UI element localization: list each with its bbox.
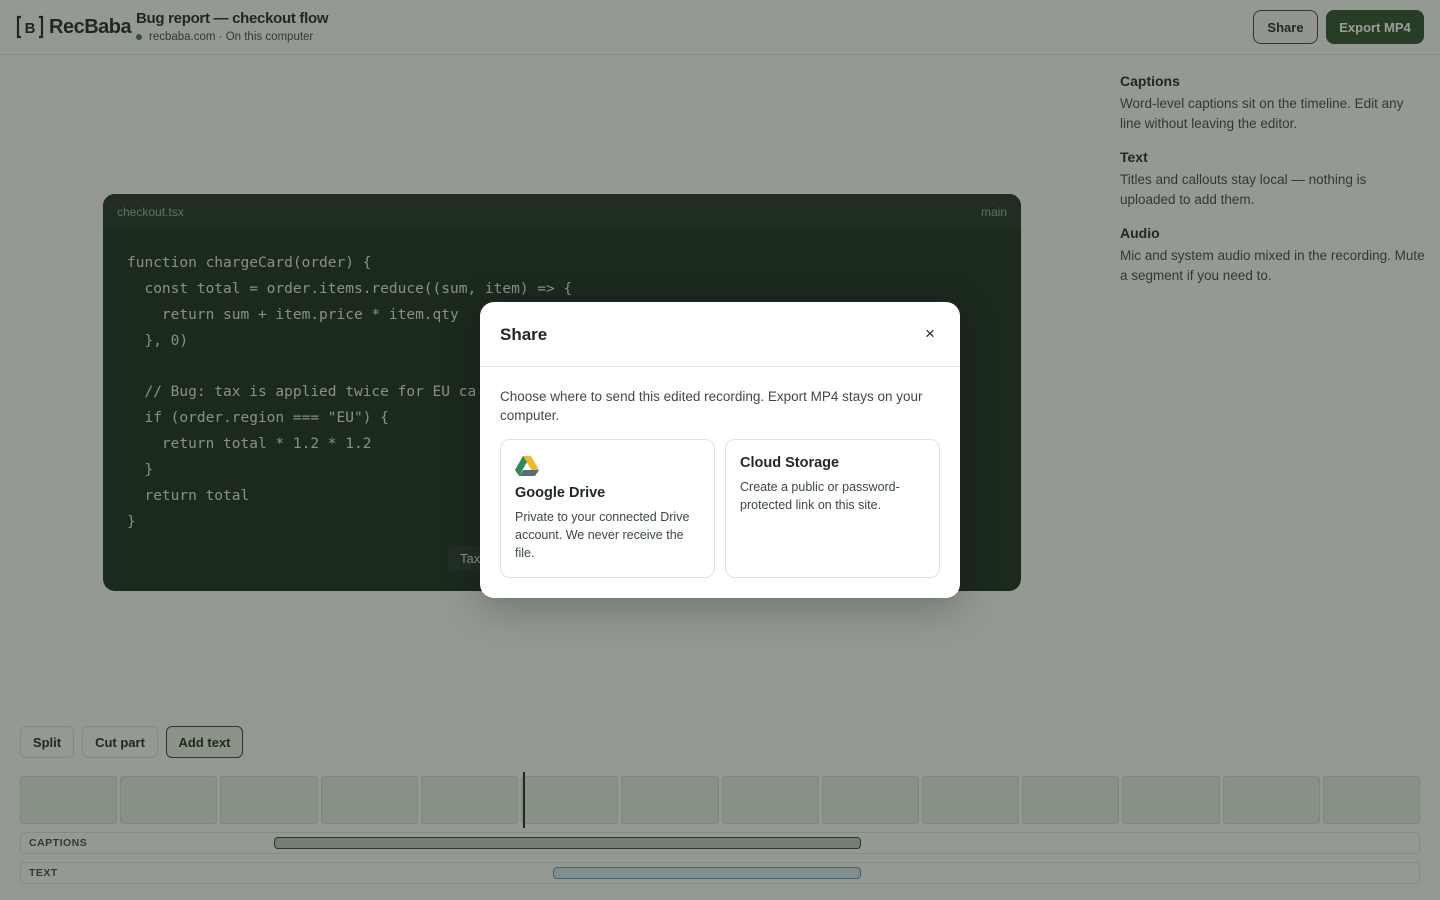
- share-dialog: Share × Choose where to send this edited…: [480, 302, 960, 598]
- google-drive-title: Google Drive: [515, 485, 606, 501]
- cloud-storage-option[interactable]: Cloud Storage Create a public or passwor…: [725, 439, 940, 578]
- share-dialog-header: Share ×: [480, 302, 960, 367]
- share-dialog-title: Share: [500, 325, 548, 344]
- share-dialog-description: Choose where to send this edited recordi…: [500, 389, 923, 423]
- cloud-storage-title: Cloud Storage: [740, 455, 840, 471]
- close-icon[interactable]: ×: [920, 324, 940, 344]
- google-drive-icon: [515, 456, 539, 476]
- google-drive-description: Private to your connected Drive account.…: [515, 510, 690, 560]
- google-drive-option[interactable]: Google Drive Private to your connected D…: [500, 439, 715, 578]
- cloud-storage-description: Create a public or password-protected li…: [740, 480, 900, 512]
